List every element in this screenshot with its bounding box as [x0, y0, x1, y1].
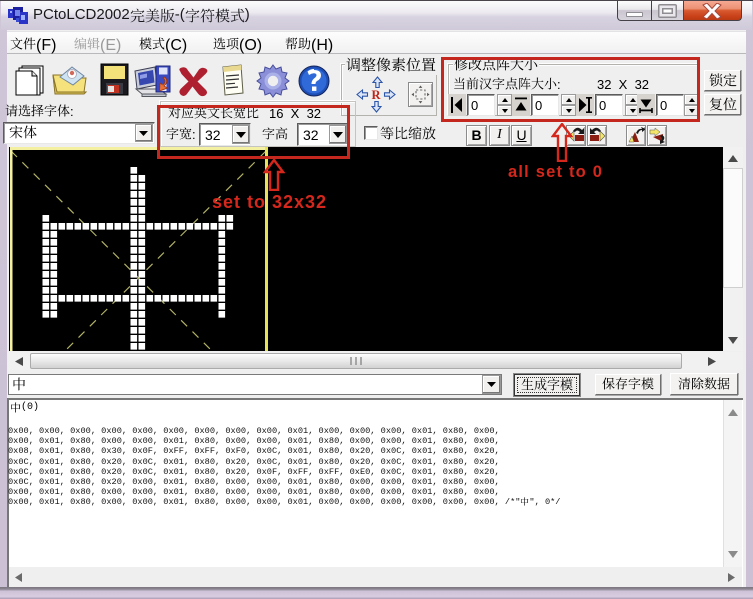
- svg-text:R: R: [371, 88, 381, 102]
